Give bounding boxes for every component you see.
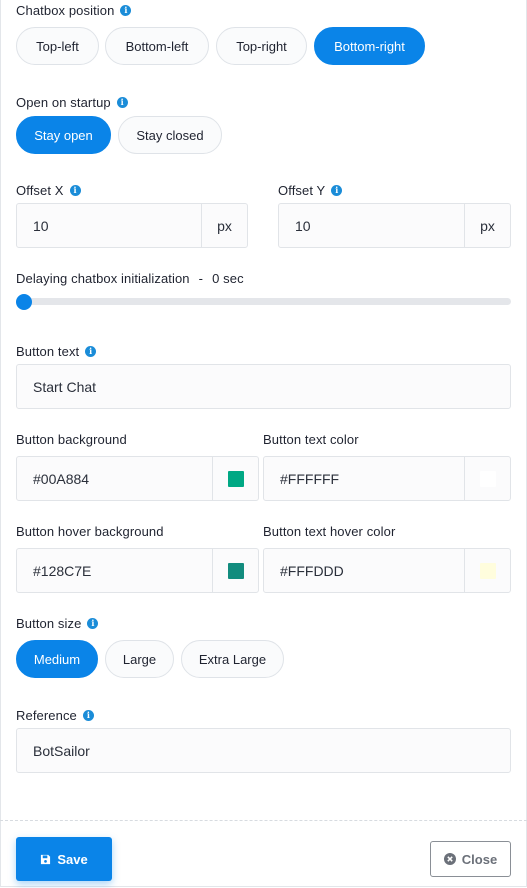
open-on-startup-label: Open on startup i	[16, 95, 128, 110]
floppy-disk-icon	[40, 854, 51, 865]
button-background-label: Button background	[16, 432, 127, 447]
position-option-top-left[interactable]: Top-left	[16, 27, 99, 65]
info-icon: i	[120, 5, 132, 16]
button-hover-background-swatch-box[interactable]	[212, 549, 258, 592]
color-swatch	[227, 562, 244, 579]
button-background-field[interactable]: #00A884	[16, 456, 259, 501]
close-circle-icon	[443, 853, 456, 865]
size-option-large[interactable]: Large	[105, 640, 174, 678]
delay-separator: -	[198, 271, 204, 286]
reference-field[interactable]: BotSailor	[16, 728, 511, 773]
button-size-label: Button size i	[16, 616, 99, 631]
button-background-swatch-box[interactable]	[212, 457, 258, 500]
info-icon: i	[331, 185, 343, 196]
info-icon: i	[82, 710, 94, 721]
reference-input[interactable]: BotSailor	[17, 743, 510, 759]
button-text-hover-color-field[interactable]: #FFFDDD	[263, 548, 511, 593]
button-text-color-label: Button text color	[263, 432, 359, 447]
color-swatch	[479, 562, 496, 579]
offset-x-unit: px	[201, 204, 247, 247]
offset-y-unit: px	[464, 204, 510, 247]
info-icon: i	[116, 97, 128, 108]
button-text-hover-color-input[interactable]: #FFFDDD	[264, 563, 464, 579]
delay-value: 0 sec	[212, 271, 244, 286]
button-text-field[interactable]: Start Chat	[16, 364, 511, 409]
close-button[interactable]: Close	[430, 841, 511, 877]
offset-x-input[interactable]: 10	[17, 218, 201, 234]
save-button-label: Save	[57, 851, 88, 867]
chatbox-position-label: Chatbox position i	[16, 3, 132, 18]
startup-option-stay-open[interactable]: Stay open	[16, 116, 111, 154]
button-text-hover-color-label: Button text hover color	[263, 524, 396, 539]
button-hover-background-label: Button hover background	[16, 524, 164, 539]
offset-y-label: Offset Yi	[278, 183, 343, 198]
position-option-bottom-left[interactable]: Bottom-left	[105, 27, 209, 65]
button-background-input[interactable]: #00A884	[17, 471, 212, 487]
color-swatch	[479, 470, 496, 487]
position-option-bottom-right[interactable]: Bottom-right	[314, 27, 425, 65]
position-option-top-right[interactable]: Top-right	[216, 27, 307, 65]
button-text-color-input[interactable]: #FFFFFF	[264, 471, 464, 487]
offset-x-label: Offset Xi	[16, 183, 81, 198]
size-option-extra-large[interactable]: Extra Large	[181, 640, 284, 678]
reference-label: Reference i	[16, 708, 94, 723]
button-hover-background-field[interactable]: #128C7E	[16, 548, 259, 593]
button-hover-background-input[interactable]: #128C7E	[17, 563, 212, 579]
info-icon: i	[69, 185, 81, 196]
delay-label: Delaying chatbox initialization - 0 sec	[16, 271, 244, 286]
info-icon: i	[85, 346, 97, 357]
offset-x-field[interactable]: 10 px	[16, 203, 248, 248]
info-icon: i	[87, 618, 99, 629]
button-text-label: Button text i	[16, 344, 97, 359]
offset-y-input[interactable]: 10	[279, 218, 464, 234]
size-option-medium[interactable]: Medium	[16, 640, 98, 678]
close-button-label: Close	[461, 851, 498, 867]
button-text-input[interactable]: Start Chat	[17, 379, 510, 395]
delay-slider-thumb[interactable]	[16, 294, 32, 310]
startup-option-stay-closed[interactable]: Stay closed	[118, 116, 222, 154]
delay-slider-track[interactable]	[16, 298, 511, 305]
button-text-color-field[interactable]: #FFFFFF	[263, 456, 511, 501]
button-text-hover-color-swatch-box[interactable]	[464, 549, 510, 592]
offset-y-field[interactable]: 10 px	[278, 203, 511, 248]
save-button[interactable]: Save	[16, 837, 112, 881]
color-swatch	[227, 470, 244, 487]
footer-divider	[0, 820, 527, 821]
button-text-color-swatch-box[interactable]	[464, 457, 510, 500]
